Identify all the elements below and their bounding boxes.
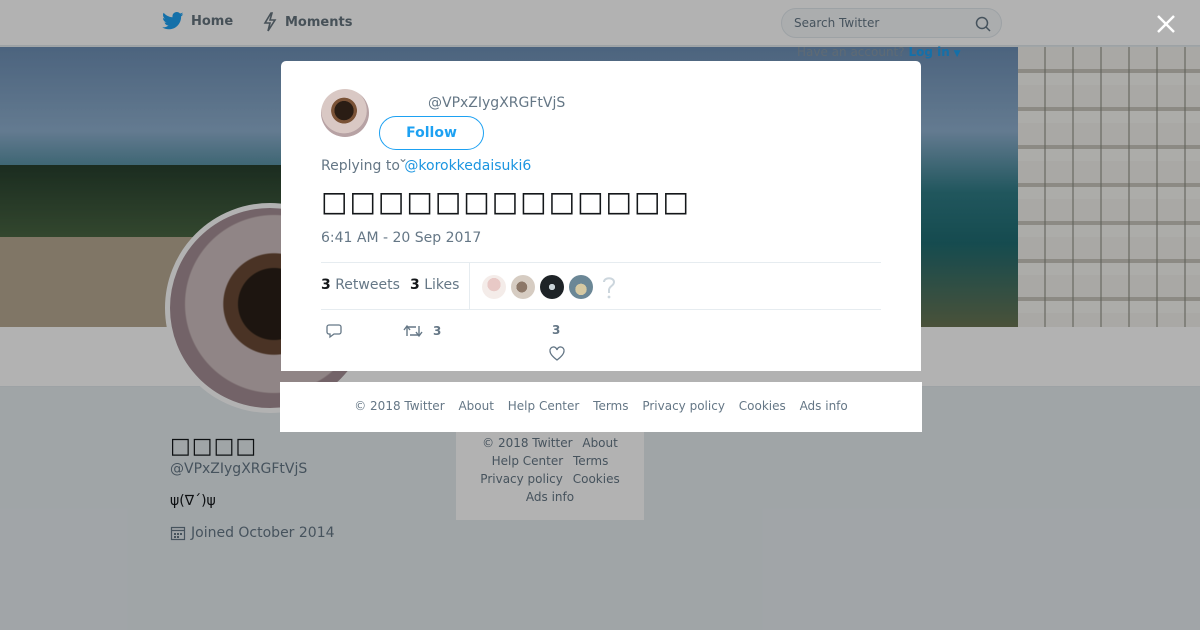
retweets-stat[interactable]: 3 Retweets — [321, 277, 400, 293]
replying-to: Replying to @korokkedaisuki6 — [321, 158, 531, 174]
retweet-icon — [403, 324, 423, 338]
modal-footer-link-about[interactable]: About — [458, 399, 493, 413]
likes-count: 3 — [410, 277, 420, 293]
modal-footer-link-terms[interactable]: Terms — [593, 399, 628, 413]
modal-footer-link-ads-info[interactable]: Ads info — [800, 399, 848, 413]
like-count-wrapper: 3 — [552, 323, 560, 337]
tweet-timestamp[interactable]: 6:41 AM - 20 Sep 2017 — [321, 230, 481, 246]
modal-footer: © 2018 Twitter About Help Center Terms P… — [280, 382, 922, 432]
question-mark-icon — [603, 277, 616, 299]
retweets-label: Retweets — [335, 277, 400, 293]
likes-label: Likes — [424, 277, 460, 293]
like-count: 3 — [552, 323, 561, 337]
tweet-author-handle[interactable]: @VPxZIygXRGFtVjS — [428, 95, 565, 111]
liker-avatar[interactable] — [482, 275, 506, 299]
likes-stat[interactable]: 3 Likes — [410, 277, 459, 293]
liker-avatar[interactable] — [569, 275, 593, 299]
retweet-count: 3 — [433, 324, 442, 338]
tweet-text: □□□□□□□□□□□□□ — [321, 185, 691, 218]
modal-footer-link-help-center[interactable]: Help Center — [508, 399, 580, 413]
stats-divider — [469, 263, 470, 310]
follow-button[interactable]: Follow — [379, 116, 484, 150]
tweet-stats: 3 Retweets 3 Likes — [321, 262, 881, 310]
close-icon[interactable] — [1152, 10, 1180, 38]
replying-prefix: Replying to — [321, 158, 400, 174]
retweet-button[interactable]: 3 — [403, 323, 441, 339]
retweets-count: 3 — [321, 277, 331, 293]
tweet-actions: 3 3 — [321, 319, 881, 369]
replying-to-link[interactable]: @korokkedaisuki6 — [404, 158, 531, 174]
liker-avatar[interactable] — [540, 275, 564, 299]
tweet-author-avatar[interactable] — [321, 89, 369, 137]
reply-button[interactable] — [326, 323, 342, 339]
heart-icon — [549, 346, 565, 361]
reply-icon — [326, 324, 342, 339]
modal-footer-link-cookies[interactable]: Cookies — [739, 399, 786, 413]
modal-footer-copyright: © 2018 Twitter — [354, 399, 445, 413]
tweet-modal: @VPxZIygXRGFtVjS Follow ⌄ Replying to @k… — [281, 61, 921, 371]
liker-avatar[interactable] — [511, 275, 535, 299]
like-button[interactable] — [549, 346, 565, 362]
modal-footer-link-privacy[interactable]: Privacy policy — [642, 399, 725, 413]
